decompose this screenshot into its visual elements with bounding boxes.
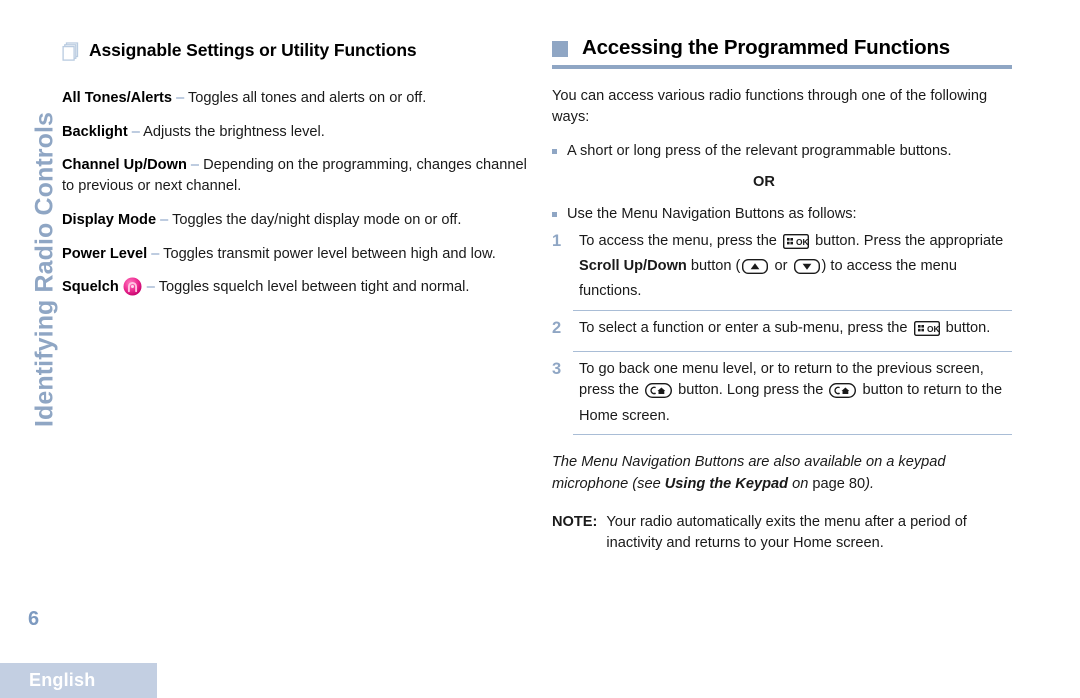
entry-squelch: Squelch – Toggles squelch level between … [62, 277, 532, 303]
entry-all-tones-alerts: All Tones/Alerts – Toggles all tones and… [62, 88, 532, 109]
step-body: To go back one menu level, or to return … [579, 359, 1012, 427]
or-separator-label: OR [753, 174, 775, 191]
step-text: button. Press the appropriate [815, 232, 1004, 249]
step-text: button. Long press the [678, 382, 824, 399]
bullet-text: Use the Menu Navigation Buttons as follo… [567, 206, 857, 223]
svg-text:OK: OK [927, 324, 940, 334]
intro-paragraph: You can access various radio functions t… [552, 88, 988, 125]
entry-channel-up-down: Channel Up/Down – Depending on the progr… [62, 155, 532, 196]
step-separator [573, 350, 1012, 353]
chapter-side-tab: Identifying Radio Controls [0, 0, 60, 698]
entry-dash: – [176, 90, 185, 106]
keypad-note-page-ref: page 80 [812, 475, 866, 492]
entry-term: Squelch [62, 279, 119, 296]
entry-term: Power Level [62, 245, 148, 262]
menu-ok-button-icon: OK [782, 233, 810, 256]
entry-term: Channel Up/Down [62, 157, 187, 174]
entry-dash: – [131, 123, 140, 140]
note-block: NOTE: Your radio automatically exits the… [552, 512, 1012, 554]
entry-description: Toggles squelch level between tight and … [158, 279, 470, 296]
step-1: 1 To access the menu, press the OK butto… [552, 231, 1012, 310]
back-home-button-icon [645, 383, 673, 405]
chapter-tab-label: Identifying Radio Controls [30, 111, 59, 428]
step-separator [573, 309, 1012, 312]
entry-dash: – [190, 157, 200, 174]
entry-term: All Tones/Alerts [62, 90, 173, 106]
entry-description: Toggles all tones and alerts on or off. [188, 90, 427, 106]
keypad-note-reference: Using the Keypad [664, 475, 789, 492]
left-heading-text: Assignable Settings or Utility Functions [89, 40, 417, 60]
note-label: NOTE: [552, 513, 598, 530]
entry-term: Backlight [62, 123, 128, 140]
right-section-heading: Accessing the Programmed Functions [552, 36, 1012, 60]
left-section-heading: Assignable Settings or Utility Functions [62, 40, 532, 66]
heading-rule [552, 65, 1012, 69]
entry-description: Adjusts the brightness level. [143, 123, 325, 140]
entry-term: Display Mode [62, 211, 157, 228]
step-number: 3 [552, 360, 562, 379]
bullet-item-short-long-press: A short or long press of the relevant pr… [552, 141, 1012, 162]
step-text: To access the menu, press the [579, 232, 777, 249]
step-text: button ( [690, 258, 741, 275]
step-text: or [774, 258, 788, 275]
squelch-pink-circle-icon [123, 277, 142, 303]
entry-description: Toggles transmit power level between hig… [163, 245, 496, 262]
manual-page: Identifying Radio Controls 6 English Ass… [0, 0, 1080, 698]
entry-description: Toggles the day/night display mode on or… [172, 211, 462, 228]
step-text: button. [945, 320, 991, 337]
page-number: 6 [28, 608, 40, 630]
entry-dash: – [146, 279, 155, 296]
step-number: 1 [552, 231, 562, 250]
bullet-text: A short or long press of the relevant pr… [567, 143, 952, 160]
keypad-note-text: ). [865, 475, 875, 492]
step-3: 3 To go back one menu level, or to retur… [552, 359, 1012, 434]
svg-text:OK: OK [796, 237, 809, 247]
step-text: To select a function or enter a sub-menu… [579, 320, 908, 337]
entry-dash: – [160, 211, 169, 228]
bullet-item-menu-navigation: Use the Menu Navigation Buttons as follo… [552, 204, 1012, 225]
entry-display-mode: Display Mode – Toggles the day/night dis… [62, 210, 532, 231]
right-content-column: Accessing the Programmed Functions You c… [552, 36, 1012, 554]
step-number: 2 [552, 319, 562, 338]
stacked-pages-icon [62, 42, 80, 66]
entry-dash: – [151, 245, 160, 262]
menu-ok-button-icon: OK [913, 321, 940, 343]
language-banner-label: English [29, 670, 96, 690]
back-home-button-icon [829, 383, 857, 405]
entry-power-level: Power Level – Toggles transmit power lev… [62, 244, 532, 265]
blue-square-marker-icon [552, 41, 568, 57]
step-bold-term: Scroll Up/Down [579, 258, 687, 275]
left-content-column: Assignable Settings or Utility Functions… [62, 40, 532, 316]
note-text: Your radio automatically exits the menu … [606, 513, 967, 551]
bullet-square-icon [552, 149, 557, 155]
entry-backlight: Backlight – Adjusts the brightness level… [62, 122, 532, 143]
scroll-up-button-icon [742, 259, 769, 281]
keypad-note: The Menu Navigation Buttons are also ava… [552, 452, 1012, 494]
step-body: To access the menu, press the OK button.… [579, 231, 1012, 303]
keypad-note-text: on [788, 475, 813, 492]
language-banner: English [0, 663, 157, 698]
right-heading-text: Accessing the Programmed Functions [582, 36, 950, 59]
step-body: To select a function or enter a sub-menu… [579, 318, 1012, 343]
step-2: 2 To select a function or enter a sub-me… [552, 318, 1012, 350]
step-separator [573, 433, 1012, 436]
bullet-square-icon [552, 212, 557, 218]
scroll-down-button-icon [793, 259, 820, 281]
